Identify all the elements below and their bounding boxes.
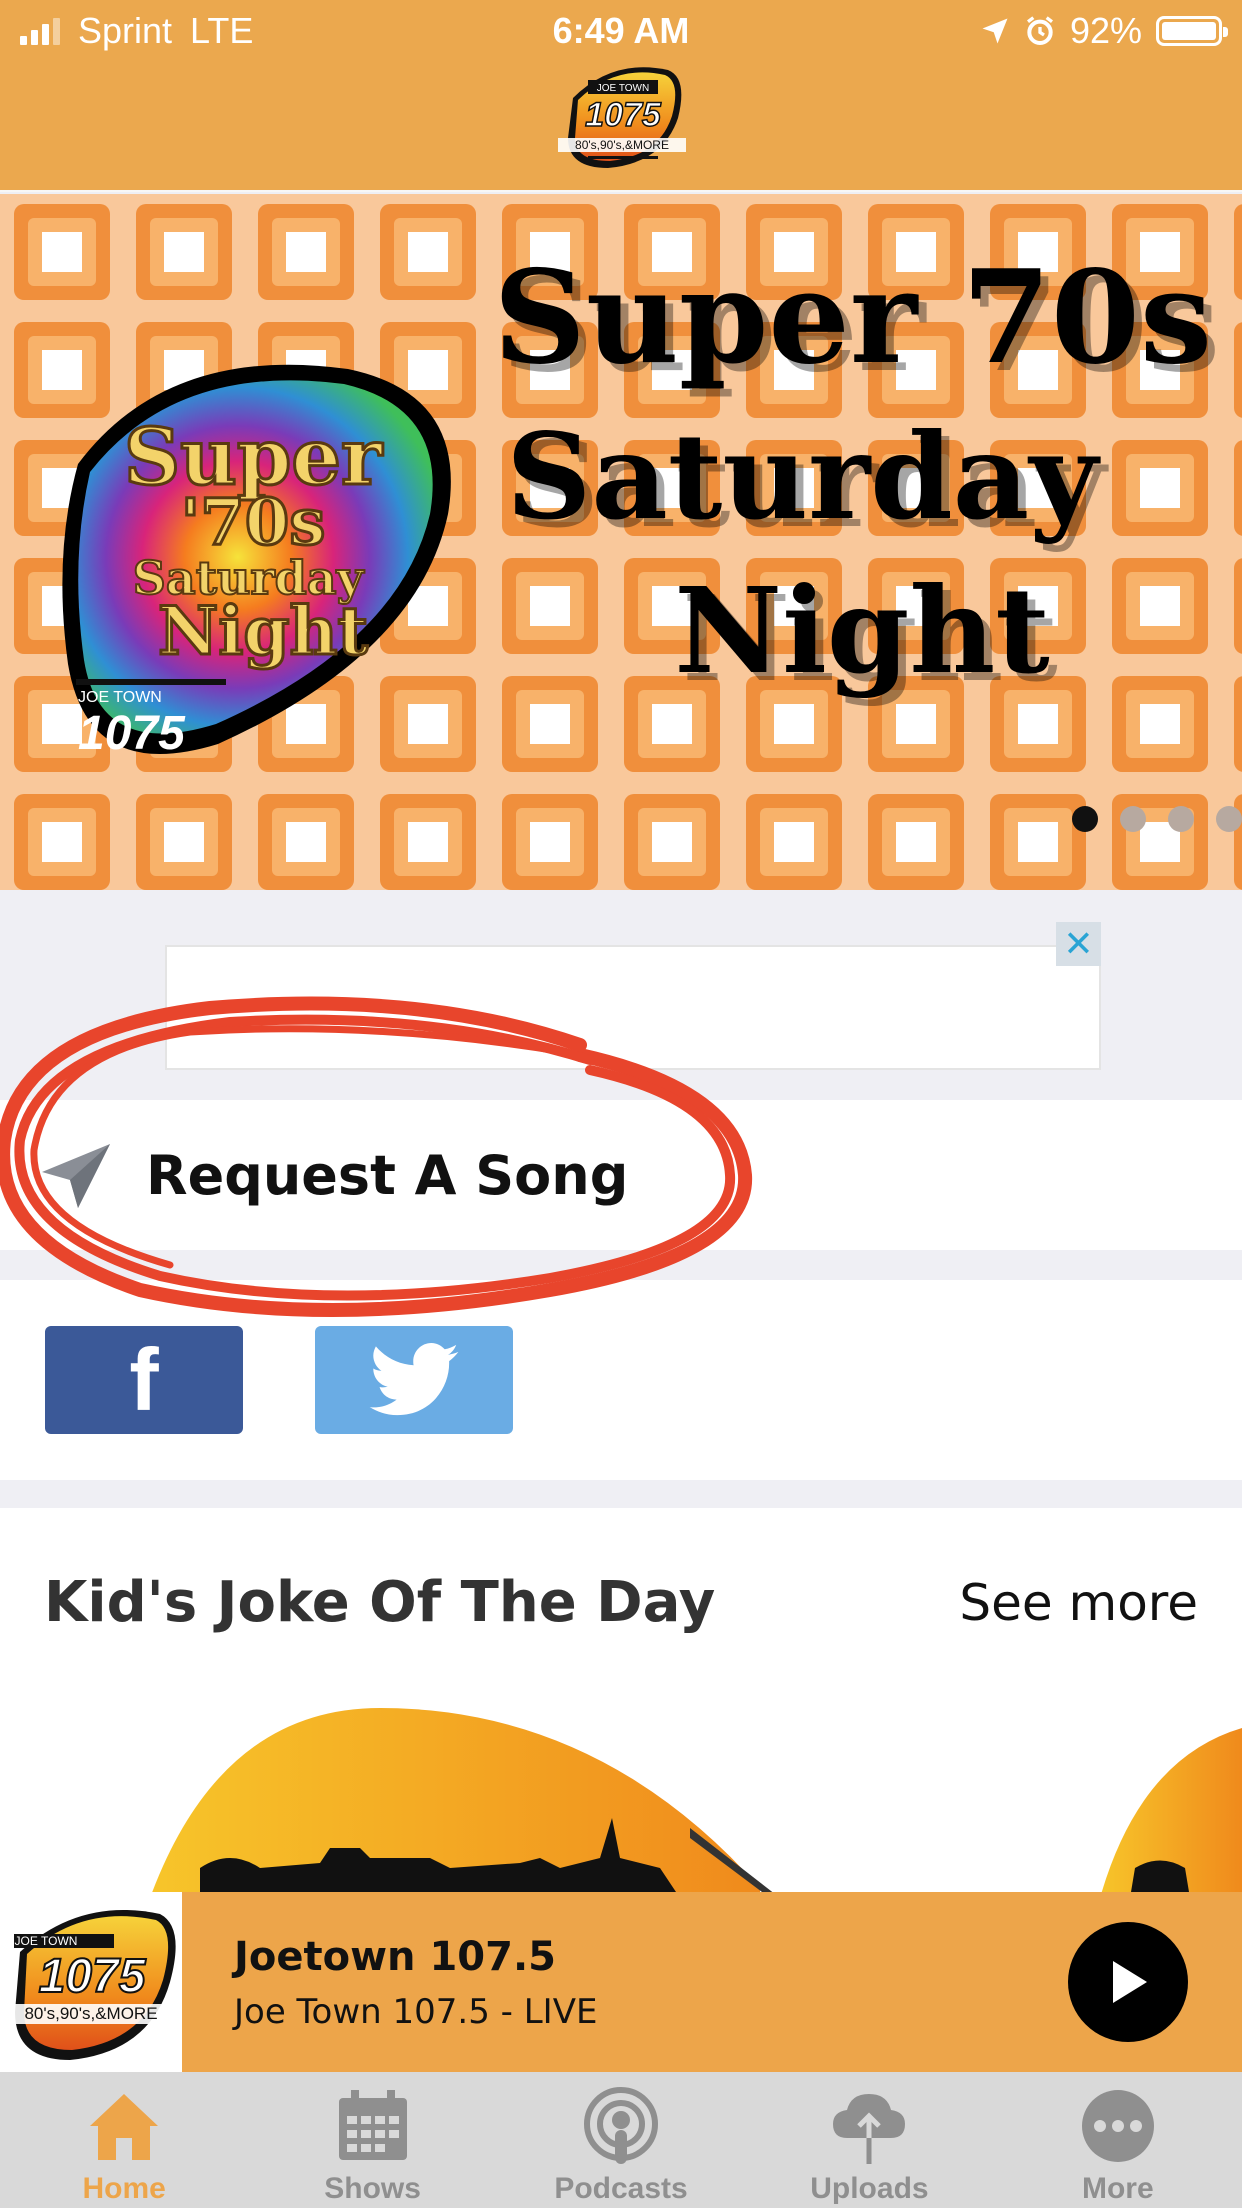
request-song-row[interactable]: Request A Song [0, 1100, 1242, 1250]
ad-banner[interactable] [165, 945, 1101, 1070]
see-more-link[interactable]: See more [959, 1574, 1198, 1632]
twitter-bird-icon [369, 1343, 459, 1416]
tab-label: Podcasts [554, 2172, 688, 2205]
ad-close-button[interactable]: ✕ [1056, 922, 1101, 966]
pattern-square-center [1018, 704, 1058, 744]
hero-title-line3: Night [674, 561, 1050, 700]
station-thumbnail: JOE TOWN 1075 80's,90's,&MORE [0, 1892, 182, 2072]
svg-text:JOE TOWN: JOE TOWN [78, 689, 162, 706]
svg-text:1075: 1075 [39, 1950, 147, 2003]
social-row: f [0, 1280, 1242, 1480]
app-header: Sprint LTE 6:49 AM 92% JOE TOWN 1075 80'… [0, 0, 1242, 192]
status-bar: Sprint LTE 6:49 AM 92% [0, 8, 1242, 58]
joetown-logo-icon: JOE TOWN 1075 80's,90's,&MORE [0, 1909, 182, 2060]
facebook-icon: f [129, 1330, 159, 1429]
tab-podcasts[interactable]: Podcasts [497, 2072, 745, 2208]
pattern-square-center [652, 704, 692, 744]
pattern-square-center [896, 822, 936, 862]
home-icon [90, 2094, 159, 2160]
pattern-square [1234, 440, 1242, 536]
carousel-dot-3[interactable] [1168, 806, 1194, 832]
pattern-square-center [164, 232, 204, 272]
stream-label: Joe Town 107.5 - LIVE [234, 1992, 598, 2032]
tab-label: More [1081, 2172, 1154, 2205]
podcast-icon [584, 2087, 659, 2164]
svg-text:JOE TOWN: JOE TOWN [597, 83, 649, 94]
carousel-dot-1[interactable] [1072, 806, 1098, 832]
pattern-square-center [1140, 704, 1180, 744]
pattern-square-center [286, 232, 326, 272]
pattern-square-center [530, 822, 570, 862]
pattern-square-center [408, 822, 448, 862]
paper-plane-icon [42, 1144, 110, 1208]
status-right: 92% [980, 10, 1228, 52]
svg-text:1075: 1075 [585, 96, 662, 134]
svg-text:80's,90's,&MORE: 80's,90's,&MORE [24, 2004, 157, 2023]
svg-text:'70s: '70s [181, 485, 326, 560]
pattern-square-center [774, 822, 814, 862]
hero-title-line2: Saturday [506, 407, 1098, 546]
battery-percent: 92% [1069, 10, 1142, 51]
carousel-dot-4[interactable] [1216, 806, 1242, 832]
play-button[interactable] [1068, 1922, 1188, 2042]
calendar-icon [338, 2090, 407, 2160]
request-song-label: Request A Song [146, 1144, 629, 1207]
alarm-icon [1026, 16, 1053, 45]
pattern-square-center [42, 822, 82, 862]
pattern-square-center [1018, 822, 1058, 862]
pattern-square-center [652, 822, 692, 862]
tab-shows[interactable]: Shows [248, 2072, 496, 2208]
svg-text:Night: Night [158, 592, 369, 670]
tab-label: Home [82, 2172, 166, 2205]
twitter-button[interactable] [315, 1326, 513, 1434]
pattern-square-center [286, 822, 326, 862]
more-icon [1081, 2090, 1154, 2162]
pattern-square [1234, 204, 1242, 300]
facebook-button[interactable]: f [45, 1326, 243, 1434]
app-screen: Sprint LTE 6:49 AM 92% JOE TOWN 1075 80'… [0, 0, 1242, 2208]
hero-title: Super 70s Saturday Night [392, 254, 1212, 690]
pattern-square-center [530, 704, 570, 744]
close-icon: ✕ [1063, 923, 1094, 964]
tab-label: Uploads [810, 2172, 929, 2205]
hero-title-line1: Super 70s [493, 243, 1212, 393]
svg-text:1075: 1075 [78, 707, 186, 760]
cloud-upload-icon [833, 2094, 906, 2164]
joke-thumbnail[interactable] [0, 1698, 1242, 1892]
pattern-square-center [896, 704, 936, 744]
pattern-square [1234, 676, 1242, 772]
carousel-dot-2[interactable] [1120, 806, 1146, 832]
joke-section: Kid's Joke Of The Day See more [0, 1508, 1242, 1892]
pattern-square [1234, 322, 1242, 418]
hero-carousel[interactable]: Super '70s Saturday Night JOE TOWN 1075 … [0, 194, 1242, 890]
tab-bar: Home Shows Podcasts Uploads More [0, 2072, 1242, 2208]
station-name: Joetown 107.5 [234, 1934, 556, 1980]
pattern-square-center [164, 822, 204, 862]
tab-uploads[interactable]: Uploads [745, 2072, 993, 2208]
tab-home[interactable]: Home [0, 2072, 248, 2208]
svg-text:JOE TOWN: JOE TOWN [15, 1934, 78, 1948]
play-icon [1113, 1961, 1147, 2003]
joetown-logo-icon[interactable]: JOE TOWN 1075 80's,90's,&MORE [553, 58, 689, 176]
tab-label: Shows [324, 2172, 421, 2205]
carousel-dots[interactable] [1072, 806, 1242, 832]
tab-more[interactable]: More [994, 2072, 1242, 2208]
battery-icon [1156, 16, 1228, 46]
location-arrow-icon [982, 18, 1008, 44]
pattern-square-center [774, 704, 814, 744]
mini-player[interactable]: JOE TOWN 1075 80's,90's,&MORE Joetown 10… [0, 1892, 1242, 2072]
svg-text:80's,90's,&MORE: 80's,90's,&MORE [575, 138, 669, 152]
pattern-square-center [42, 232, 82, 272]
section-title: Kid's Joke Of The Day [44, 1570, 716, 1635]
pattern-square [1234, 558, 1242, 654]
